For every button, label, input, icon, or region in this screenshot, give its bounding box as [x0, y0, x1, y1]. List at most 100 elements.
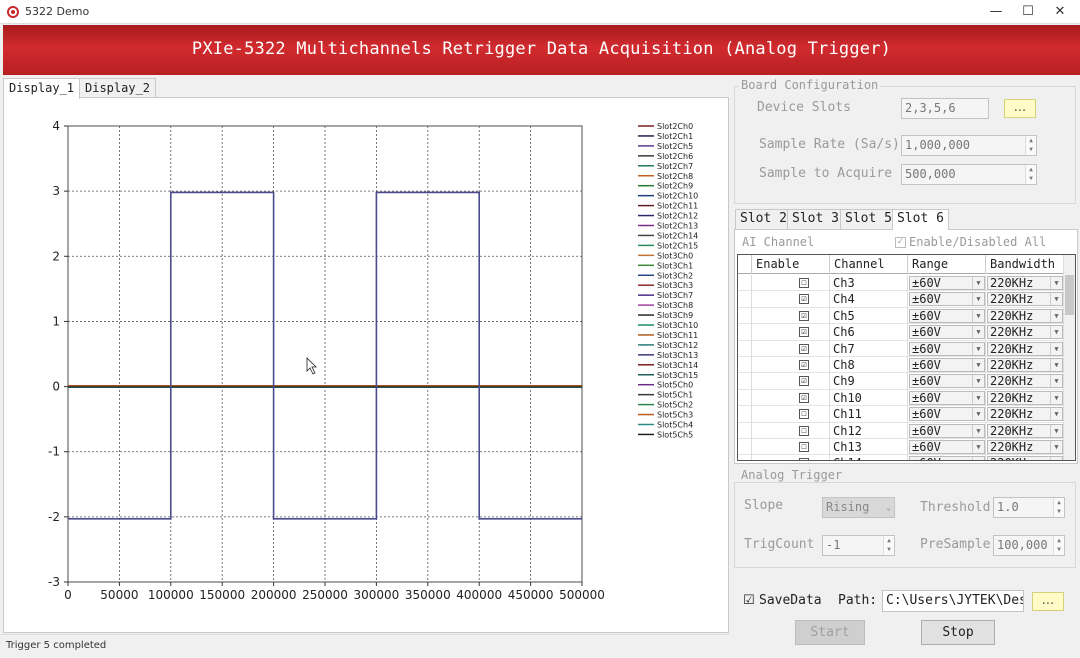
row-header[interactable] — [738, 291, 752, 308]
tab-display-2[interactable]: Display_2 — [79, 78, 157, 98]
channel-grid-scrollbar[interactable] — [1063, 255, 1075, 460]
row-header[interactable] — [738, 389, 752, 406]
bandwidth-select[interactable]: 220KHz ▼ — [987, 440, 1063, 454]
device-slots-browse-button[interactable]: ... — [1004, 99, 1036, 118]
channel-name: Ch3 — [830, 275, 908, 291]
bandwidth-cell: 220KHz ▼ — [986, 357, 1064, 373]
device-slots-field[interactable]: 2,3,5,6 — [901, 98, 989, 119]
sample-rate-field[interactable]: 1,000,000 ▲ ▼ — [901, 135, 1037, 156]
row-header[interactable] — [738, 439, 752, 455]
range-select[interactable]: ±60V ▼ — [909, 407, 985, 422]
legend-item: Slot2Ch6 — [657, 152, 693, 161]
bandwidth-select[interactable]: 220KHz ▼ — [987, 456, 1063, 460]
channel-enable-checkbox[interactable]: ☑ — [799, 294, 809, 305]
stop-button[interactable]: Stop — [921, 620, 995, 645]
trigcount-field[interactable]: -1 ▲ ▼ — [822, 535, 895, 556]
row-header[interactable] — [738, 307, 752, 324]
legend-item: Slot3Ch1 — [657, 261, 693, 270]
range-select[interactable]: ±60V ▼ — [909, 423, 985, 438]
chevron-down-icon: ▼ — [1050, 408, 1062, 421]
channel-enable-checkbox[interactable]: ☑ — [799, 376, 809, 387]
row-header[interactable] — [738, 275, 752, 291]
minimize-button[interactable]: — — [978, 0, 1014, 24]
row-header[interactable] — [738, 357, 752, 373]
range-select[interactable]: ±60V ▼ — [909, 308, 985, 323]
enable-all-checkbox[interactable]: ✓ — [895, 237, 906, 248]
sample-rate-value: 1,000,000 — [905, 138, 971, 152]
maximize-button[interactable]: ☐ — [1010, 0, 1046, 24]
channel-enable-checkbox[interactable]: ☑ — [799, 360, 809, 370]
scrollbar-thumb[interactable] — [1065, 275, 1074, 315]
legend-item: Slot3Ch10 — [657, 321, 698, 330]
channel-grid: Enable Channel Range Bandwidth ☐ Ch3 ±60V ▼… — [737, 254, 1076, 461]
bandwidth-select[interactable]: 220KHz ▼ — [987, 276, 1063, 290]
tab-slot-6[interactable]: Slot 6 — [892, 209, 949, 230]
bandwidth-select[interactable]: 220KHz ▼ — [987, 325, 1063, 340]
table-row: ☑ Ch8 ±60V ▼ 220KHz ▼ — [738, 357, 1075, 374]
row-header[interactable] — [738, 340, 752, 357]
range-select[interactable]: ±60V ▼ — [909, 292, 985, 307]
tab-slot-5[interactable]: Slot 5 — [840, 209, 897, 229]
range-select[interactable]: ±60V ▼ — [909, 440, 985, 454]
channel-enable-checkbox[interactable]: ☐ — [799, 278, 809, 288]
bandwidth-select[interactable]: 220KHz ▼ — [987, 341, 1063, 356]
row-header[interactable] — [738, 455, 752, 460]
row-header[interactable] — [738, 422, 752, 439]
bandwidth-select[interactable]: 220KHz ▼ — [987, 423, 1063, 438]
channel-enable-checkbox[interactable]: ☑ — [799, 343, 809, 354]
trigcount-spinner[interactable]: ▲ ▼ — [883, 536, 894, 555]
range-select[interactable]: ±60V ▼ — [909, 456, 985, 460]
channel-name: Ch6 — [830, 324, 908, 341]
close-button[interactable]: ✕ — [1042, 0, 1078, 24]
threshold-spinner[interactable]: ▲ ▼ — [1053, 498, 1064, 517]
channel-name: Ch14 — [830, 455, 908, 460]
channel-enable-checkbox[interactable]: ☐ — [799, 442, 809, 452]
samples-spinner[interactable]: ▲ ▼ — [1025, 165, 1036, 184]
legend-item: Slot2Ch13 — [657, 222, 698, 231]
path-browse-button[interactable]: ... — [1032, 592, 1064, 611]
start-button[interactable]: Start — [795, 620, 865, 645]
bandwidth-select[interactable]: 220KHz ▼ — [987, 308, 1063, 323]
y-tick-label: 2 — [52, 249, 60, 263]
save-data-checkbox[interactable]: ☑ — [743, 593, 755, 608]
range-select[interactable]: ±60V ▼ — [909, 390, 985, 405]
legend-item: Slot5Ch5 — [657, 430, 693, 439]
bandwidth-select[interactable]: 220KHz ▼ — [987, 374, 1063, 389]
legend-item: Slot3Ch2 — [657, 271, 693, 280]
row-header[interactable] — [738, 373, 752, 390]
channel-enable-checkbox[interactable]: ☐ — [799, 409, 809, 420]
channel-enable-checkbox[interactable]: ☑ — [799, 327, 809, 338]
channel-enable-checkbox[interactable]: ☑ — [799, 392, 809, 403]
tab-slot-2[interactable]: Slot 2 — [735, 209, 792, 229]
bandwidth-cell: 220KHz ▼ — [986, 324, 1064, 341]
bandwidth-select[interactable]: 220KHz ▼ — [987, 390, 1063, 405]
row-header[interactable] — [738, 406, 752, 423]
bandwidth-cell: 220KHz ▼ — [986, 307, 1064, 324]
range-select[interactable]: ±60V ▼ — [909, 341, 985, 356]
samples-field[interactable]: 500,000 ▲ ▼ — [901, 164, 1037, 185]
range-select[interactable]: ±60V ▼ — [909, 325, 985, 340]
range-value: ±60V — [912, 358, 941, 372]
channel-enable-checkbox[interactable]: ☑ — [799, 310, 809, 321]
sample-rate-spinner[interactable]: ▲ ▼ — [1025, 136, 1036, 155]
bandwidth-select[interactable]: 220KHz ▼ — [987, 292, 1063, 307]
range-select[interactable]: ±60V ▼ — [909, 374, 985, 389]
slope-select[interactable]: Rising ⌄ — [822, 497, 895, 518]
range-select[interactable]: ±60V ▼ — [909, 358, 985, 372]
bandwidth-cell: 220KHz ▼ — [986, 439, 1064, 455]
x-tick-label: 400000 — [456, 588, 502, 602]
presample-spinner[interactable]: ▲ ▼ — [1053, 536, 1064, 555]
channel-enable-checkbox[interactable]: ☐ — [799, 458, 809, 460]
channel-enable-checkbox[interactable]: ☐ — [799, 425, 809, 436]
tab-display-1[interactable]: Display_1 — [3, 78, 81, 99]
bandwidth-select[interactable]: 220KHz ▼ — [987, 358, 1063, 372]
bandwidth-select[interactable]: 220KHz ▼ — [987, 407, 1063, 422]
threshold-field[interactable]: 1.0 ▲ ▼ — [993, 497, 1065, 518]
range-select[interactable]: ±60V ▼ — [909, 276, 985, 290]
presample-field[interactable]: 100,000 ▲ ▼ — [993, 535, 1065, 556]
tab-slot-3[interactable]: Slot 3 — [787, 209, 844, 229]
table-row: ☑ Ch9 ±60V ▼ 220KHz ▼ — [738, 373, 1075, 390]
row-header[interactable] — [738, 324, 752, 341]
path-field[interactable]: C:\Users\JYTEK\Desk — [882, 590, 1024, 612]
range-cell: ±60V ▼ — [908, 439, 986, 455]
